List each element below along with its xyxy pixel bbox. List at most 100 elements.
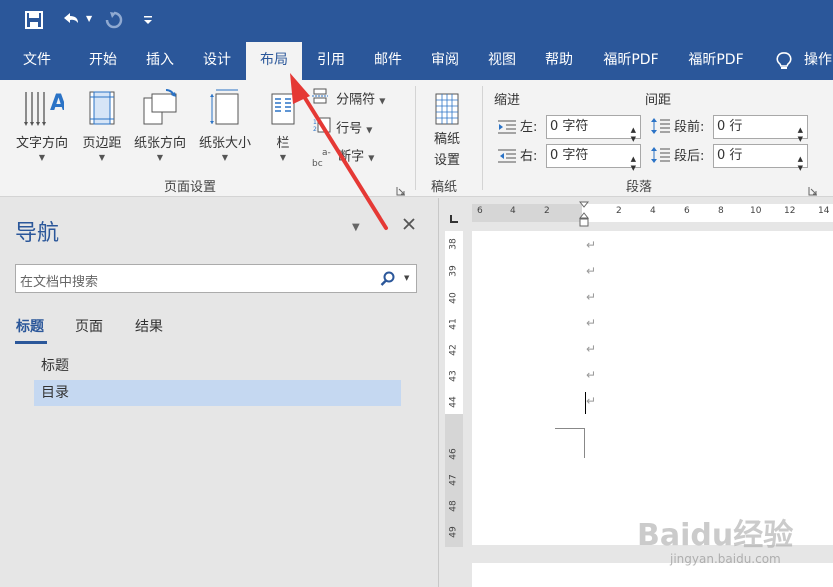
indent-right-label: 右: [520, 149, 538, 164]
ruler-tick: 12 [784, 206, 796, 216]
spacing-before-field[interactable]: 0 行 ▲ ▼ [713, 115, 808, 143]
hyphenation-button[interactable]: a-bc 断字 ▼ [312, 146, 375, 169]
tab-design[interactable]: 设计 [188, 40, 246, 80]
spacing-before-label: 段前: [674, 120, 705, 135]
columns-button[interactable]: 栏 ▼ [266, 88, 300, 162]
ruler-tick: 40 [448, 292, 459, 304]
nav-heading-item-selected[interactable]: 目录 [34, 380, 401, 406]
breaks-label: 分隔符 [336, 92, 376, 108]
breaks-button[interactable]: 分隔符 ▼ [312, 88, 385, 110]
ribbon-layout-panel: A 文字方向 ▼ 页边距 ▼ 纸张方向 ▼ 纸张大小 ▼ 栏 ▼ 分隔符 ▼ 1… [0, 80, 833, 197]
document-page[interactable] [472, 231, 833, 545]
tab-file[interactable]: 文件 [8, 40, 66, 80]
columns-label: 栏 [276, 136, 290, 151]
orientation-button[interactable]: 纸张方向 ▼ [128, 88, 192, 162]
spacing-after-field[interactable]: 0 行 ▲ ▼ [713, 144, 808, 172]
hyphenation-icon: a-bc [312, 146, 334, 169]
nav-tab-headings[interactable]: 标题 [16, 316, 44, 336]
ruler-tick-row: 6 4 2 2 4 6 8 10 12 14 [472, 206, 833, 220]
nav-options-icon[interactable]: ▼ [352, 222, 360, 233]
tab-view[interactable]: 视图 [473, 40, 531, 80]
paragraph-mark-icon: ↵ [586, 264, 597, 278]
line-numbers-button[interactable]: 12 行号 ▼ [312, 117, 372, 139]
nav-tab-pages[interactable]: 页面 [75, 316, 103, 336]
tab-selector-icon[interactable] [448, 209, 460, 223]
margins-button[interactable]: 页边距 ▼ [76, 88, 128, 162]
line-numbers-label: 行号 [336, 121, 363, 137]
nav-search-field[interactable]: 在文档中搜索 ▼ [15, 264, 417, 293]
manuscript-label-line1: 稿纸 [433, 132, 460, 147]
customize-qat-icon[interactable] [143, 12, 153, 31]
paragraph-mark-icon: ↵ [586, 290, 597, 304]
nav-heading-item[interactable]: 标题 [34, 353, 401, 379]
paragraph-mark-icon: ↵ [586, 238, 597, 252]
tab-help[interactable]: 帮助 [530, 40, 588, 80]
ruler-tick: 2 [616, 206, 622, 216]
indent-left-label: 左: [520, 120, 538, 135]
chevron-down-icon: ▼ [98, 153, 106, 162]
next-document-page[interactable] [472, 563, 833, 587]
undo-icon[interactable] [60, 10, 82, 34]
indent-right-value: 0 字符 [550, 148, 589, 163]
tell-me-search[interactable]: 操作 [804, 40, 833, 80]
save-icon[interactable] [24, 10, 44, 34]
tab-insert[interactable]: 插入 [131, 40, 189, 80]
watermark-logo: Baidu经验 [637, 518, 794, 553]
page-size-icon [194, 88, 256, 128]
ruler-tick: 14 [818, 206, 830, 216]
undo-dropdown-icon[interactable]: ▼ [86, 14, 92, 23]
indent-left-field[interactable]: 0 字符 ▲ ▼ [546, 115, 641, 143]
indent-marker-icon[interactable] [578, 201, 590, 235]
lightbulb-icon[interactable] [775, 51, 793, 75]
indent-left-value: 0 字符 [550, 119, 589, 134]
nav-tab-results[interactable]: 结果 [135, 316, 163, 336]
manuscript-settings-button[interactable]: 稿纸 设置 [422, 88, 472, 168]
indent-right-field[interactable]: 0 字符 ▲ ▼ [546, 144, 641, 172]
page-corner-mark [555, 428, 585, 458]
tab-mailings[interactable]: 邮件 [359, 40, 417, 80]
size-button[interactable]: 纸张大小 ▼ [194, 88, 256, 162]
chevron-down-icon: ▼ [279, 153, 287, 162]
ruler-tick: 4 [650, 206, 656, 216]
tab-foxit-pdf-2[interactable]: 福昕PDF [677, 40, 755, 80]
hyphenation-label: 断字 [338, 149, 365, 165]
ruler-tick: 6 [477, 206, 483, 216]
ruler-tick: 2 [544, 206, 550, 216]
pane-splitter[interactable] [438, 198, 439, 587]
search-icon[interactable] [380, 271, 396, 291]
chevron-down-icon: ▼ [379, 96, 386, 106]
tab-home[interactable]: 开始 [74, 40, 132, 80]
indent-left-icon [498, 119, 516, 138]
ruler-tick: 43 [448, 370, 459, 382]
close-icon[interactable] [402, 216, 416, 235]
orientation-label: 纸张方向 [133, 136, 186, 151]
ruler-tick: 47 [448, 474, 459, 486]
chevron-down-icon: ▼ [368, 153, 375, 163]
breaks-icon [312, 88, 332, 112]
ruler-tick: 49 [448, 526, 459, 538]
indent-header: 缩进 [494, 93, 521, 108]
nav-search-placeholder: 在文档中搜索 [20, 275, 99, 290]
search-options-icon[interactable]: ▼ [404, 274, 409, 282]
size-label: 纸张大小 [198, 136, 251, 151]
spacing-after-icon [650, 146, 670, 168]
orientation-icon [128, 88, 192, 128]
tab-review[interactable]: 审阅 [416, 40, 474, 80]
chevron-down-icon: ▼ [221, 153, 229, 162]
columns-icon [266, 88, 300, 128]
tab-layout[interactable]: 布局 [246, 42, 302, 80]
group-separator [415, 86, 416, 190]
ruler-tick: 4 [510, 206, 516, 216]
redo-icon[interactable] [104, 10, 124, 34]
text-direction-button[interactable]: A 文字方向 ▼ [10, 88, 74, 162]
ribbon-tab-bar: 文件 开始 插入 设计 布局 引用 邮件 审阅 视图 帮助 福昕PDF 福昕PD… [0, 40, 833, 80]
spin-down-icon[interactable]: ▼ [798, 157, 803, 179]
tab-foxit-pdf-1[interactable]: 福昕PDF [592, 40, 670, 80]
tab-references[interactable]: 引用 [302, 40, 360, 80]
manuscript-label-line2: 设置 [433, 153, 460, 168]
manuscript-icon [422, 88, 472, 128]
ruler-tick: 42 [448, 344, 459, 356]
nav-pane-title: 导航 [15, 221, 60, 246]
paragraph-mark-icon: ↵ [586, 394, 597, 408]
svg-text:1: 1 [313, 119, 317, 126]
